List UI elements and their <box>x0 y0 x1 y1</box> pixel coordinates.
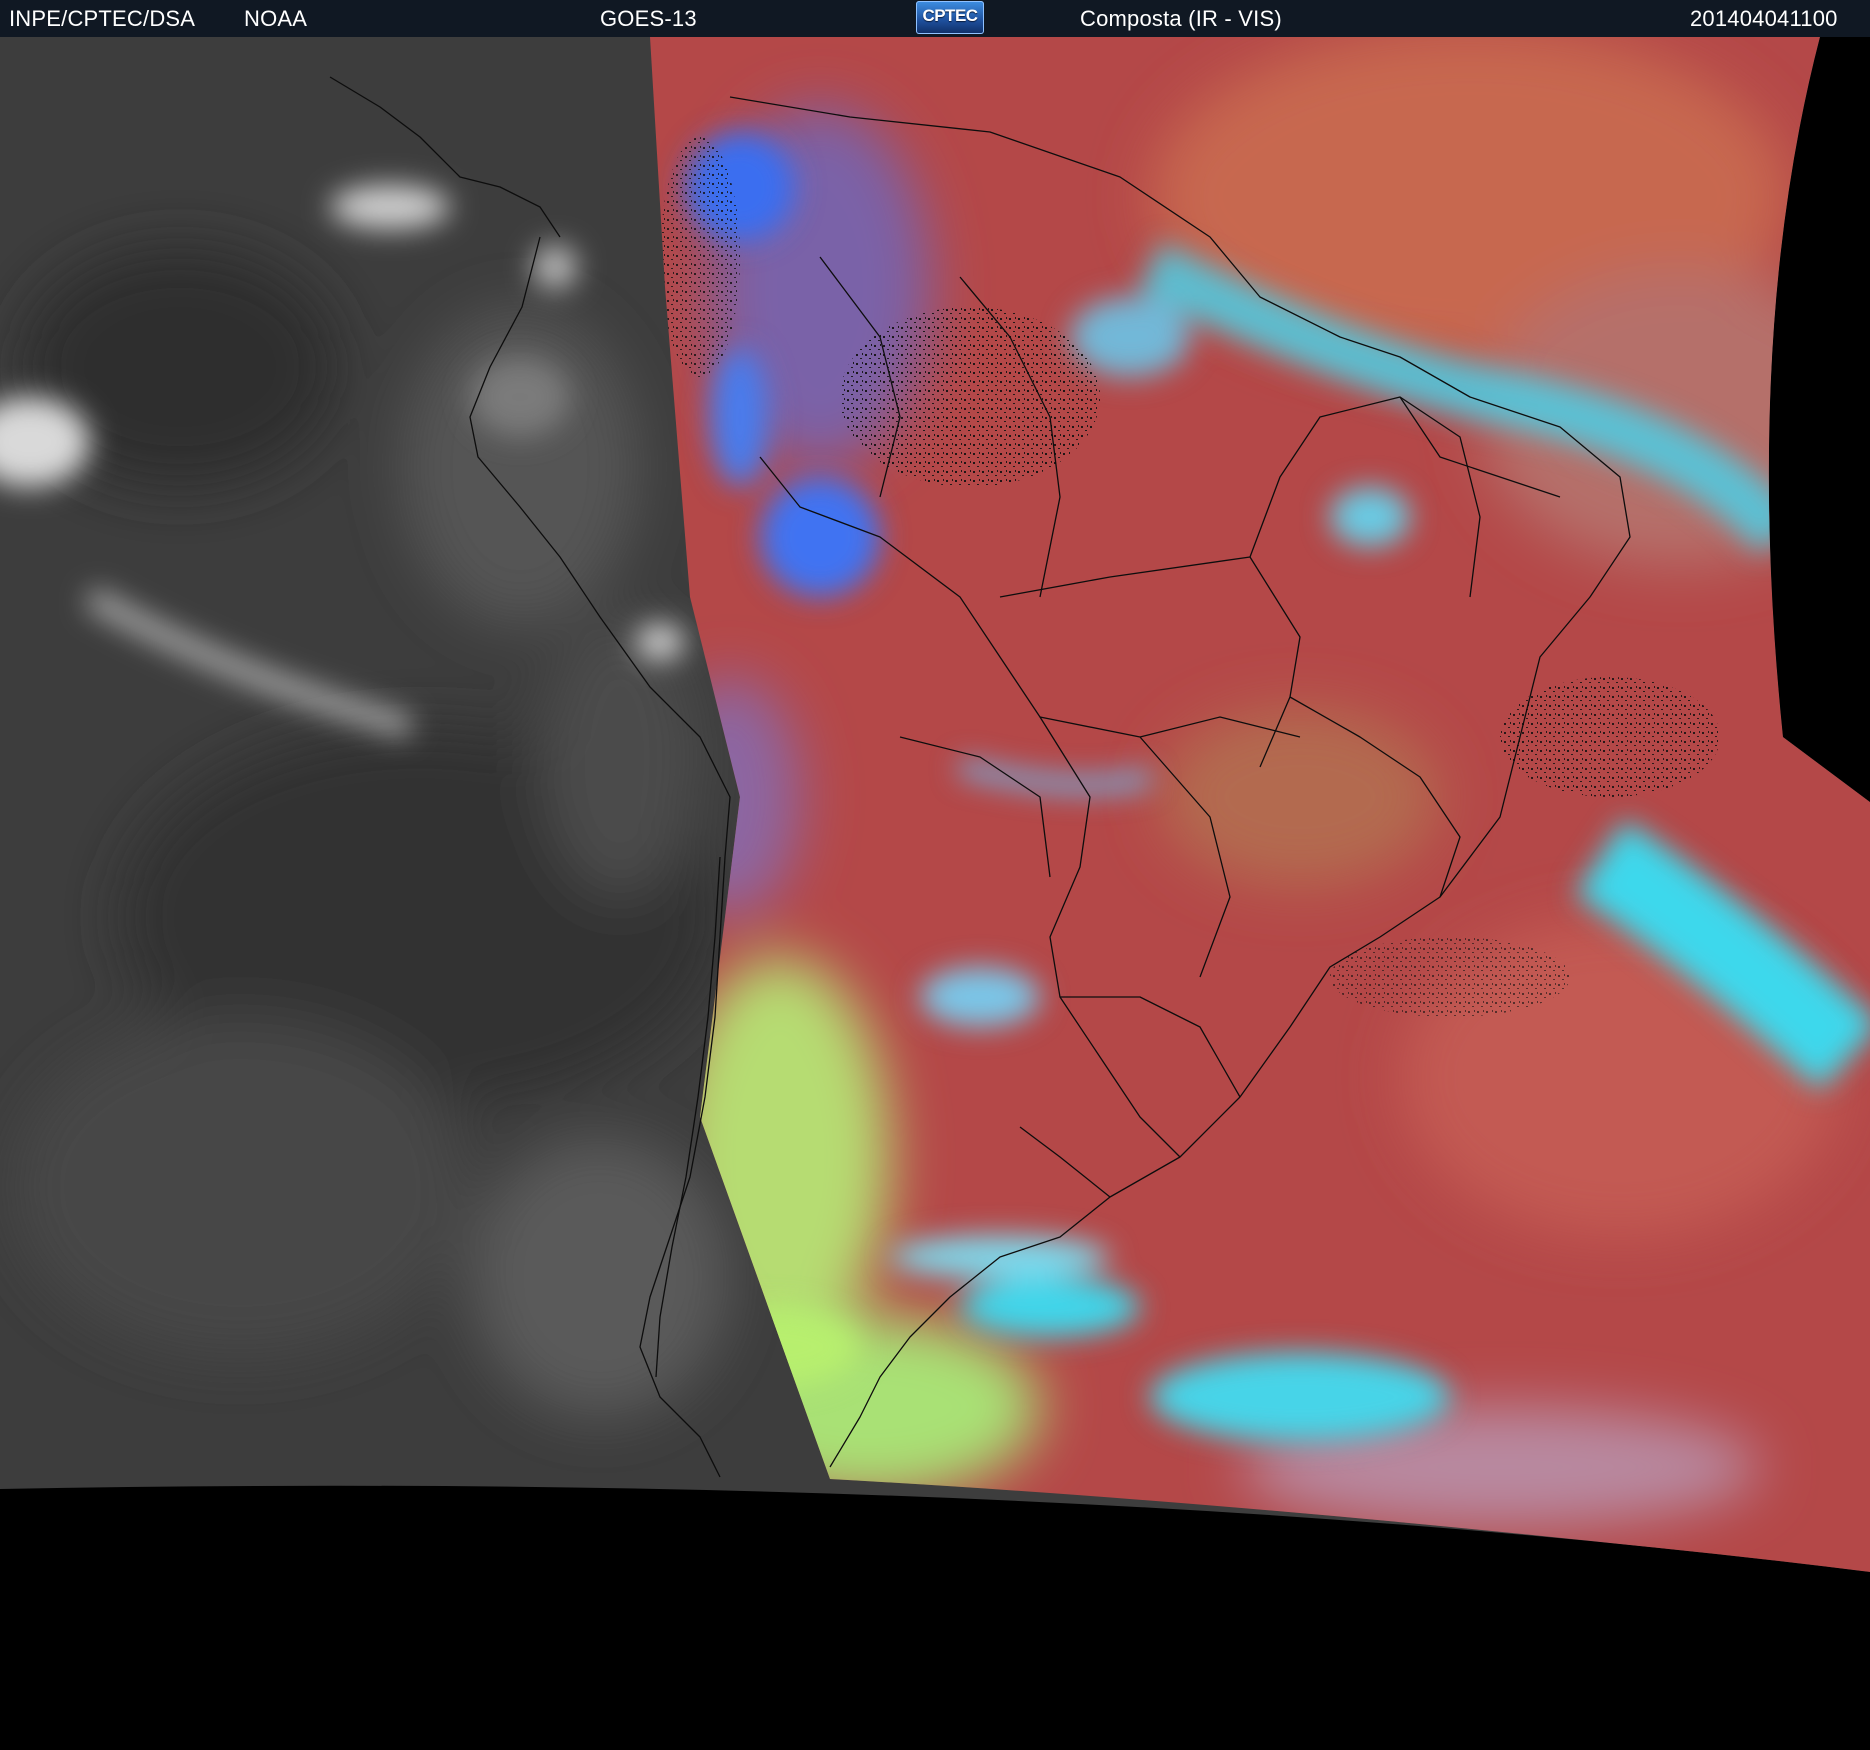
satellite-label: GOES-13 <box>600 6 697 31</box>
dark-speckle-amazon <box>840 307 1100 487</box>
cptec-logo-text: CPTEC <box>922 6 978 25</box>
cptec-logo: CPTEC <box>916 1 984 34</box>
timestamp-label: 201404041100 <box>1690 6 1838 31</box>
dark-speckle-west <box>660 137 740 377</box>
product-label: Composta (IR - VIS) <box>1080 6 1282 31</box>
dark-speckle-atlantic <box>1500 677 1720 797</box>
header-bar: INPE/CPTEC/DSA NOAA GOES-13 CPTEC Compos… <box>0 0 1870 37</box>
institution-label: INPE/CPTEC/DSA <box>9 6 196 31</box>
satellite-composite-image <box>0 37 1870 1750</box>
agency-label: NOAA <box>244 6 308 31</box>
dark-speckle-south-atlantic <box>1330 937 1570 1017</box>
